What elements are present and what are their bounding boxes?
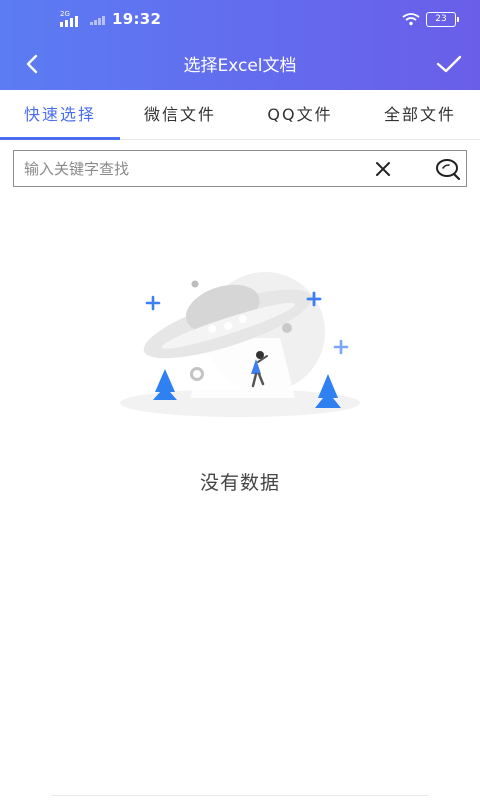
search-button[interactable] (434, 156, 462, 182)
tab-wechat-files[interactable]: 微信文件 (120, 90, 240, 140)
status-time: 19:32 (112, 10, 162, 28)
confirm-button[interactable] (430, 48, 468, 80)
empty-state-message: 没有数据 (199, 472, 280, 494)
close-icon (376, 162, 390, 176)
battery-icon: 23 (426, 12, 459, 27)
title-bar: 选择Excel文档 (0, 38, 480, 90)
active-tab-indicator (0, 137, 120, 140)
bottom-divider (52, 795, 428, 796)
search-box (13, 150, 467, 187)
search-icon (436, 159, 461, 181)
battery-level: 23 (435, 14, 447, 24)
tab-bar: 快速选择 微信文件 QQ文件 全部文件 (0, 90, 480, 140)
tab-quick-select[interactable]: 快速选择 (0, 90, 120, 140)
network-type-label: 2G (60, 10, 70, 18)
tab-all-files[interactable]: 全部文件 (360, 90, 480, 140)
page-title: 选择Excel文档 (183, 56, 297, 76)
wifi-icon (402, 13, 420, 26)
clear-button[interactable] (372, 158, 394, 180)
checkmark-icon (436, 55, 462, 73)
empty-state-ufo-illustration (120, 272, 360, 417)
cellular-signal-icon: 2G (60, 10, 84, 27)
secondary-signal-icon (90, 13, 108, 25)
app-header: 2G 19:32 23 选择Excel文档 (0, 0, 480, 90)
search-input[interactable] (24, 151, 364, 186)
tab-qq-files[interactable]: QQ文件 (240, 90, 360, 140)
status-bar: 2G 19:32 23 (0, 0, 480, 38)
